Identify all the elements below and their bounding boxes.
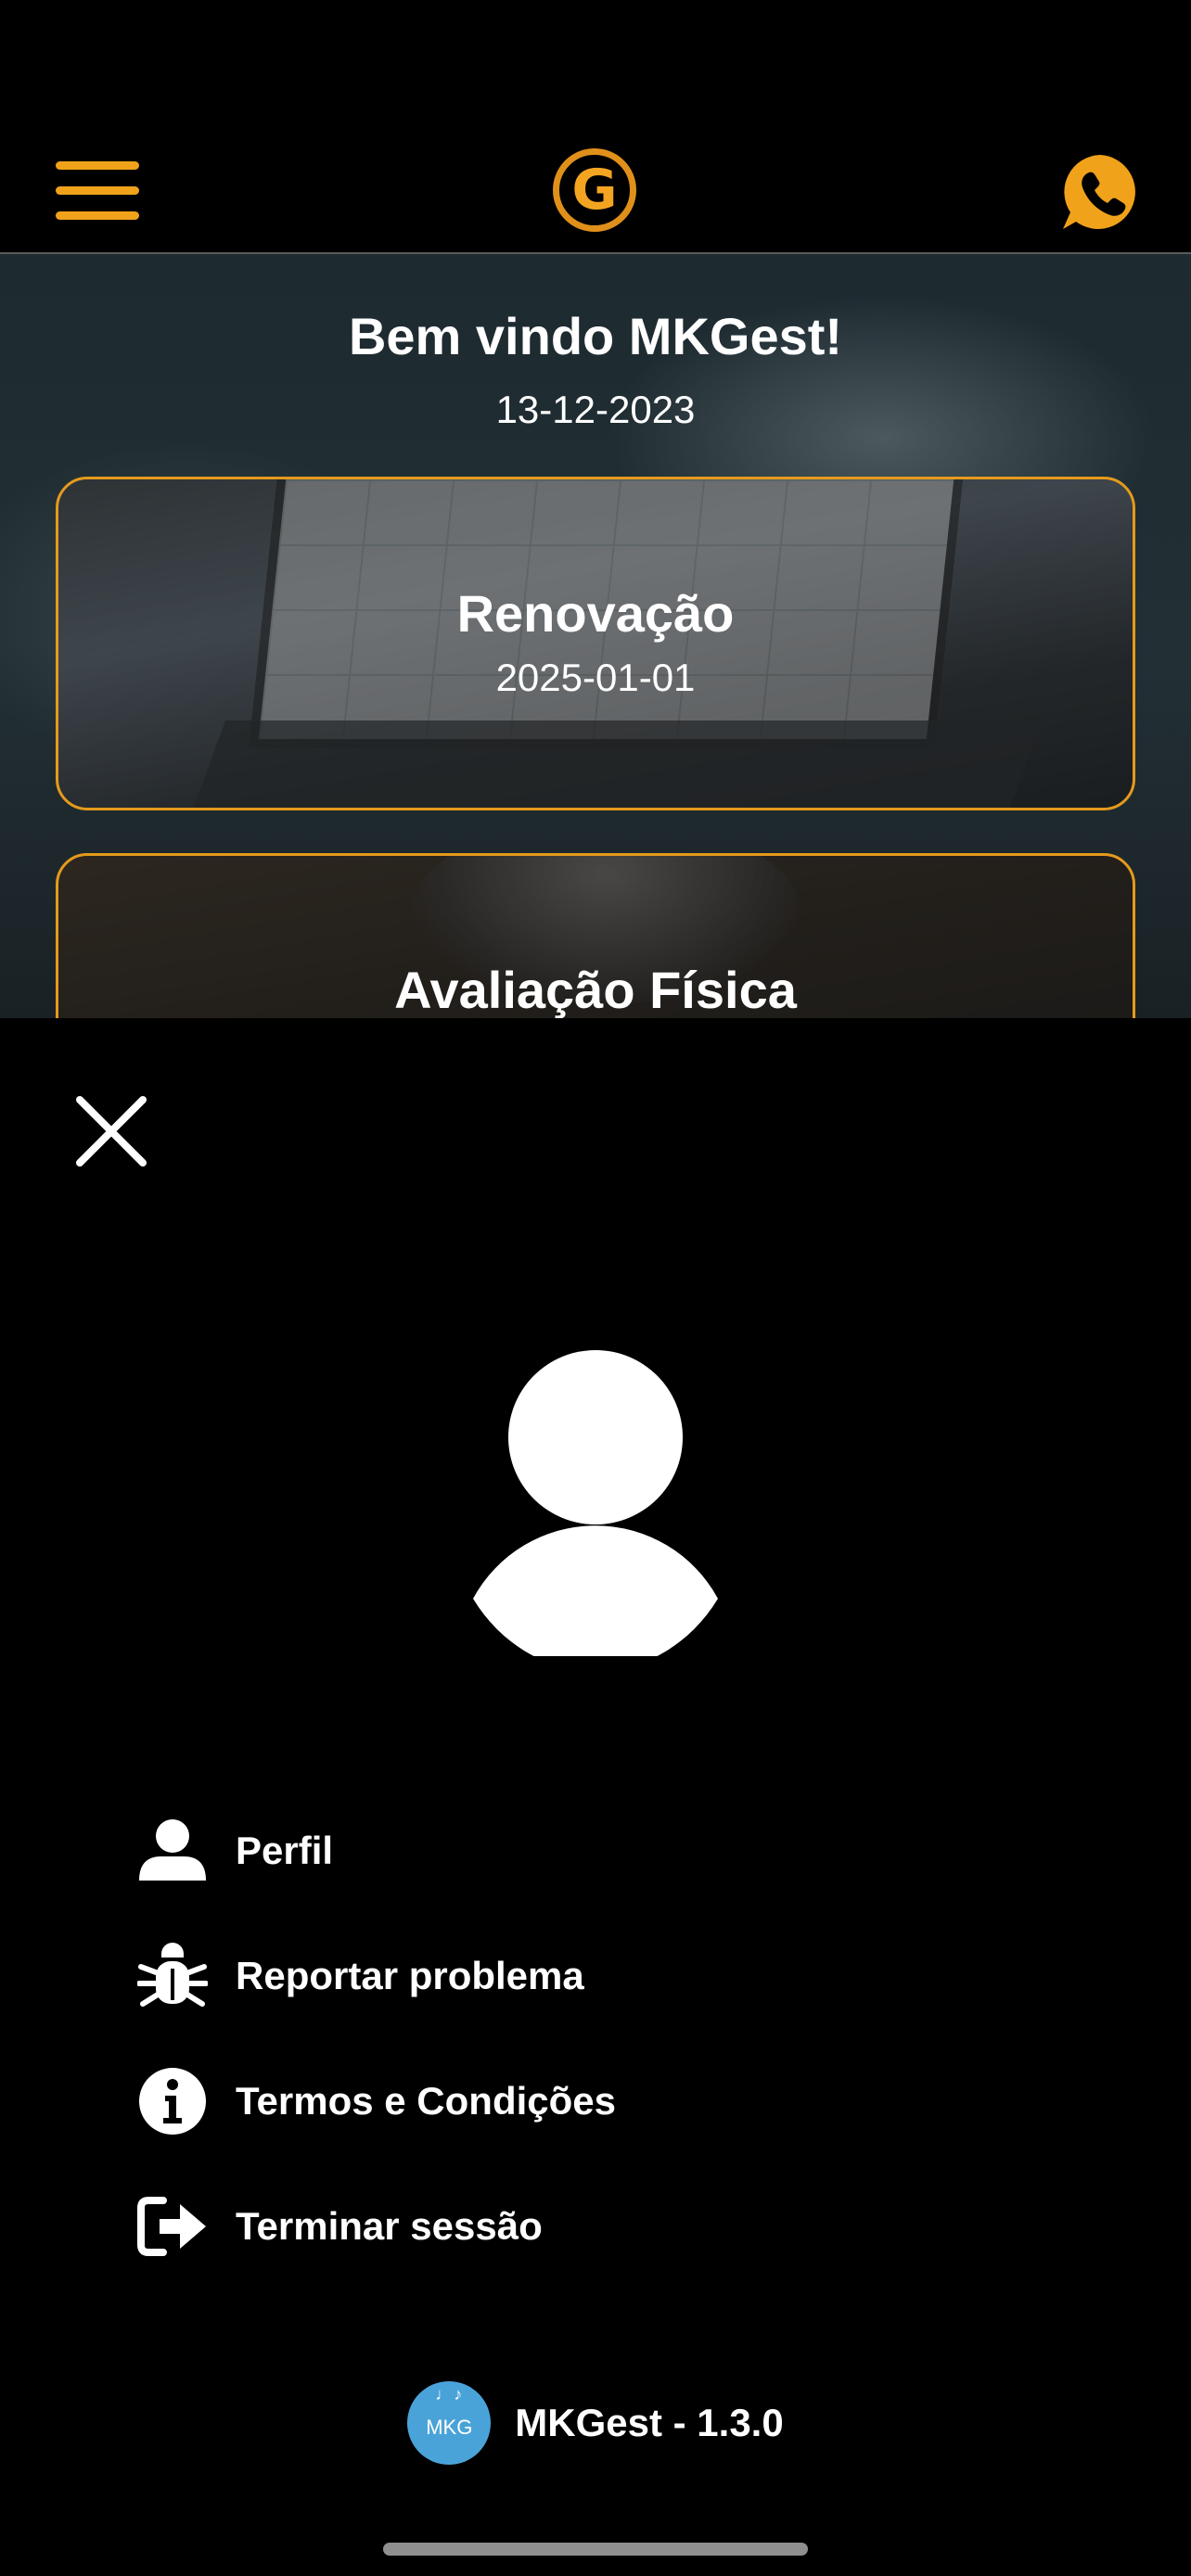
- menu-item-perfil[interactable]: Perfil: [137, 1788, 1065, 1913]
- card-title: Renovação: [456, 584, 735, 643]
- user-avatar-icon: [473, 1350, 718, 1656]
- renewal-card[interactable]: Renovação 2025-01-01: [56, 477, 1135, 810]
- app-logo: G: [553, 148, 636, 232]
- menu-drawer: Perfil Reportar problema Termos e Condiç…: [0, 1018, 1191, 2576]
- home-screen: G Bem vindo MKGest! 13-12-2023 Renovação…: [0, 0, 1191, 1018]
- mkg-logo-text: MKG: [426, 2416, 473, 2439]
- music-notes-icon: ♩♪: [435, 2385, 465, 2404]
- user-icon: [139, 1818, 206, 1881]
- menu-item-report-problem[interactable]: Reportar problema: [137, 1913, 1065, 2038]
- drawer-menu: Perfil Reportar problema Termos e Condiç…: [137, 1788, 1065, 2289]
- logo-letter: G: [571, 158, 618, 223]
- app-footer: ♩♪ MKG MKGest - 1.3.0: [0, 2381, 1191, 2465]
- close-icon[interactable]: [72, 1092, 150, 1170]
- physical-assessment-card[interactable]: Avaliação Física: [56, 853, 1135, 1018]
- menu-item-logout[interactable]: Terminar sessão: [137, 2163, 1065, 2289]
- menu-item-terms[interactable]: Termos e Condições: [137, 2038, 1065, 2163]
- card-overlay: [58, 479, 1133, 808]
- menu-item-label: Perfil: [236, 1828, 334, 1872]
- card-subtitle: 2025-01-01: [495, 656, 696, 699]
- top-bar: G: [0, 0, 1191, 254]
- hamburger-icon[interactable]: [56, 161, 139, 221]
- mkg-logo: ♩♪ MKG: [407, 2381, 492, 2465]
- menu-item-label: Terminar sessão: [236, 2203, 543, 2248]
- card-title: Avaliação Física: [394, 961, 797, 1018]
- menu-item-label: Reportar problema: [236, 1953, 584, 1997]
- bug-icon: [137, 1942, 208, 2007]
- home-indicator[interactable]: [383, 2543, 808, 2556]
- menu-item-label: Termos e Condições: [236, 2078, 616, 2123]
- info-icon: [139, 2067, 206, 2135]
- app-version: MKGest - 1.3.0: [515, 2401, 784, 2444]
- logout-icon: [137, 2196, 206, 2256]
- whatsapp-phone-icon[interactable]: [1059, 151, 1141, 233]
- current-date: 13-12-2023: [495, 388, 696, 431]
- welcome-title: Bem vindo MKGest!: [348, 307, 843, 365]
